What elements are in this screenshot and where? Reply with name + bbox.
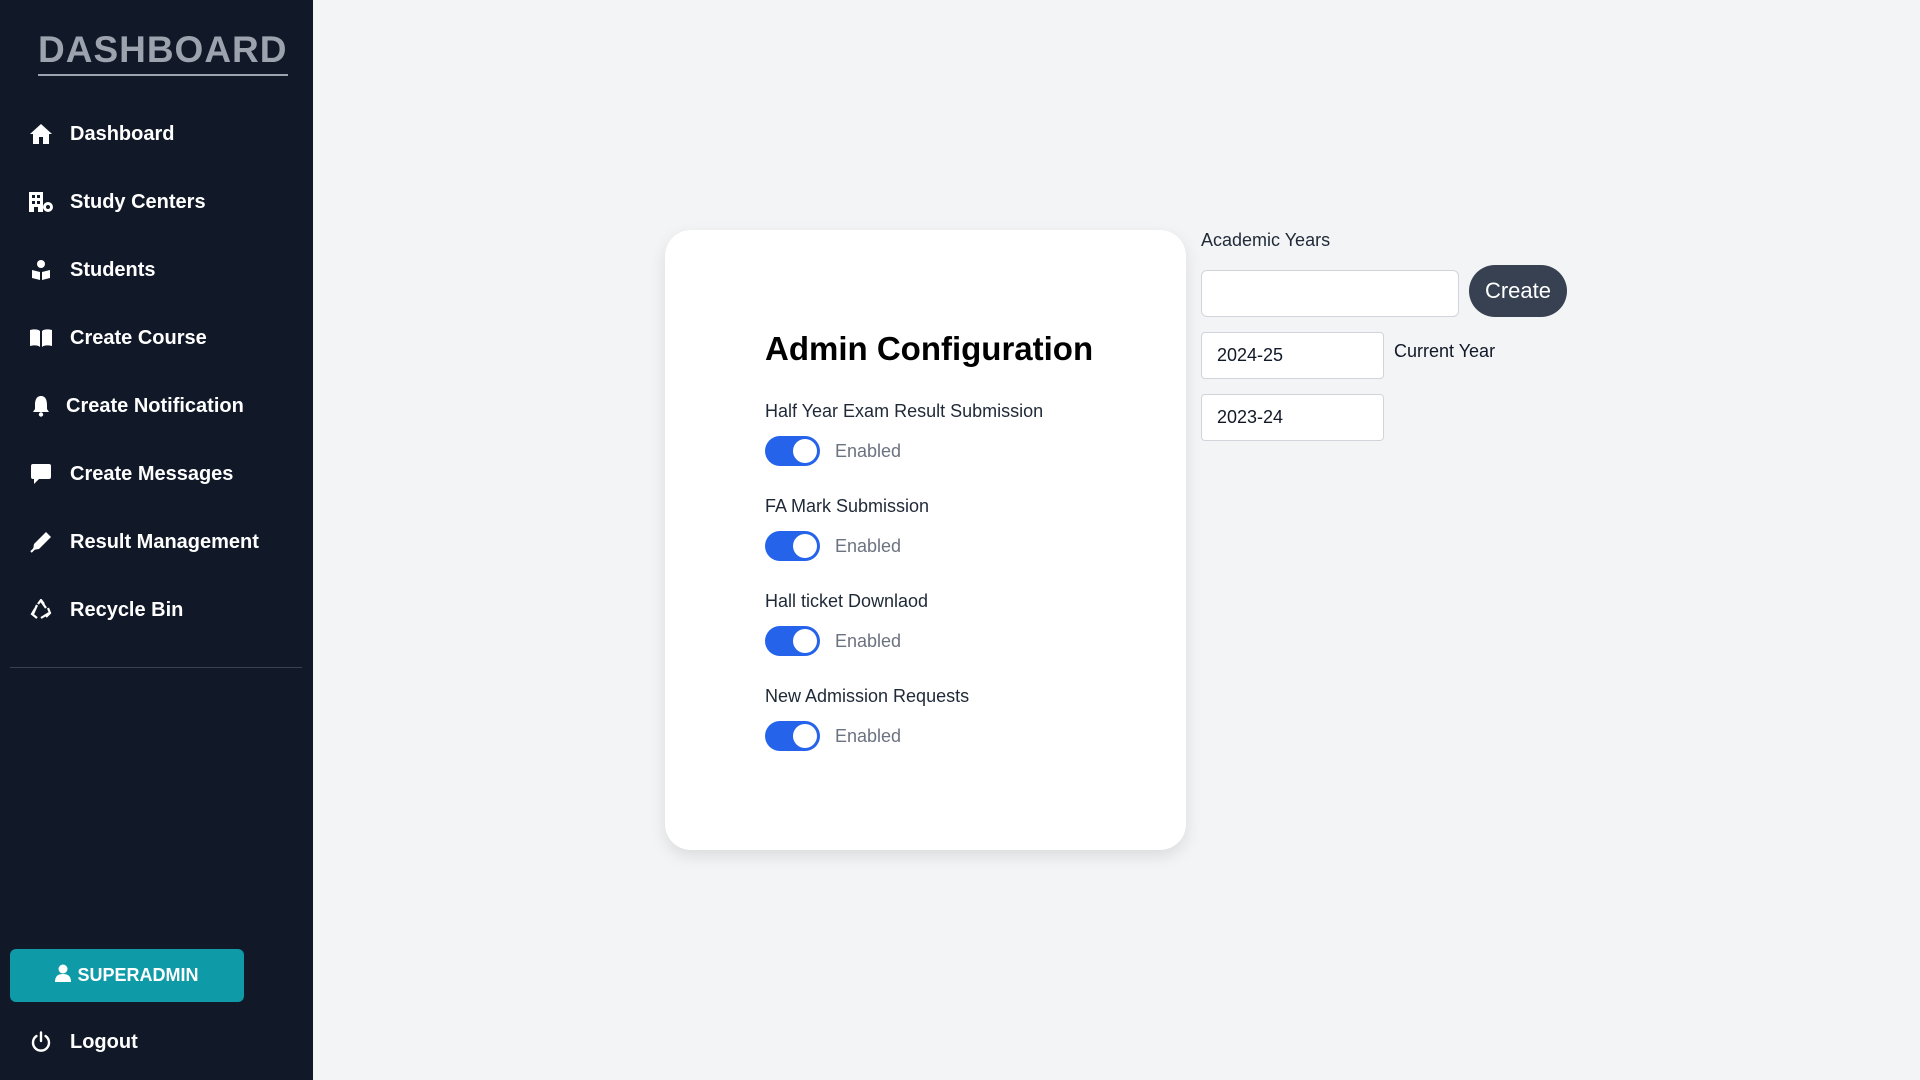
half-year-exam-toggle[interactable] [765, 436, 820, 466]
bell-icon [28, 393, 54, 419]
admin-configuration-card: Admin Configuration Half Year Exam Resul… [665, 230, 1186, 850]
sidebar-item-create-course[interactable]: Create Course [28, 320, 207, 356]
toggle-knob [793, 629, 817, 653]
new-admission-toggle[interactable] [765, 721, 820, 751]
toggle-knob [793, 534, 817, 558]
setting-half-year-exam: Half Year Exam Result Submission Enabled [765, 398, 1043, 466]
recycle-icon [28, 597, 54, 623]
setting-label: FA Mark Submission [765, 496, 930, 516]
toggle-state-text: Enabled [835, 630, 902, 651]
pen-icon [28, 529, 54, 555]
fa-mark-toggle[interactable] [765, 531, 820, 561]
toggle-knob [793, 724, 817, 748]
setting-label: New Admission Requests [765, 686, 970, 706]
sidebar-item-study-centers[interactable]: Study Centers [28, 184, 206, 220]
sidebar-item-result-management[interactable]: Result Management [28, 524, 259, 560]
sidebar-item-label: Dashboard [70, 122, 175, 145]
book-icon [28, 325, 54, 351]
home-icon [28, 121, 54, 147]
toggle-state-text: Enabled [835, 440, 902, 461]
setting-hall-ticket: Hall ticket Downlaod Enabled [765, 588, 928, 656]
brand-title: DASHBOARD [38, 28, 288, 76]
logout-label: Logout [70, 1030, 138, 1053]
message-icon [28, 461, 54, 487]
logout-button[interactable]: Logout [28, 1024, 138, 1060]
sidebar-item-label: Create Course [70, 326, 207, 349]
sidebar-item-create-messages[interactable]: Create Messages [28, 456, 233, 492]
toggle-state-text: Enabled [835, 725, 902, 746]
superadmin-label: SUPERADMIN [77, 965, 199, 985]
sidebar: DASHBOARD Dashboard Study Centers Studen… [0, 0, 313, 1080]
sidebar-item-label: Recycle Bin [70, 598, 184, 621]
sidebar-item-create-notification[interactable]: Create Notification [28, 388, 244, 424]
building-icon [28, 189, 54, 215]
year-item-current[interactable]: 2024-25 [1201, 332, 1384, 379]
academic-years-title: Academic Years [1201, 230, 1331, 250]
sidebar-item-students[interactable]: Students [28, 252, 156, 288]
setting-label: Half Year Exam Result Submission [765, 401, 1044, 421]
power-icon [28, 1029, 54, 1055]
setting-new-admission: New Admission Requests Enabled [765, 683, 969, 751]
sidebar-item-label: Create Messages [70, 462, 234, 485]
sidebar-item-recycle-bin[interactable]: Recycle Bin [28, 592, 183, 628]
sidebar-item-label: Study Centers [70, 190, 206, 213]
user-icon [55, 964, 72, 987]
superadmin-button[interactable]: SUPERADMIN [10, 949, 244, 1002]
sidebar-item-label: Students [70, 258, 156, 281]
sidebar-divider [10, 667, 302, 668]
students-icon [28, 257, 54, 283]
setting-fa-mark: FA Mark Submission Enabled [765, 493, 929, 561]
year-item[interactable]: 2023-24 [1201, 394, 1384, 441]
academic-year-input[interactable] [1201, 270, 1459, 317]
card-title: Admin Configuration [765, 330, 1094, 367]
setting-label: Hall ticket Downlaod [765, 591, 929, 611]
toggle-knob [793, 439, 817, 463]
current-year-label: Current Year [1394, 341, 1496, 361]
sidebar-item-label: Result Management [70, 530, 259, 553]
create-button[interactable]: Create [1469, 265, 1567, 317]
sidebar-item-dashboard[interactable]: Dashboard [28, 116, 174, 152]
sidebar-item-label: Create Notification [66, 394, 244, 417]
toggle-state-text: Enabled [835, 535, 902, 556]
hall-ticket-toggle[interactable] [765, 626, 820, 656]
